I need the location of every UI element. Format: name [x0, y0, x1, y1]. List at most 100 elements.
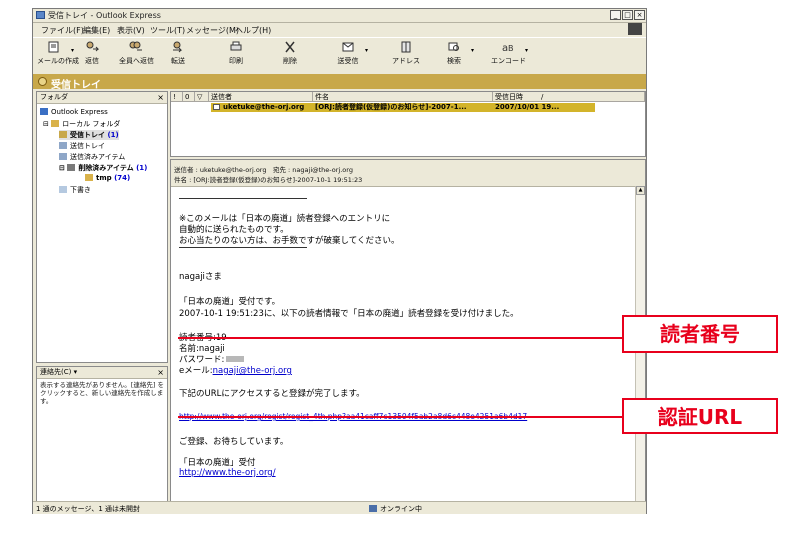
encode-icon: aB: [502, 43, 514, 53]
menu-message[interactable]: メッセージ(M): [186, 25, 239, 36]
preview-header: 送信者 : uketuke@the-orj.org 宛先 : nagaji@th…: [171, 160, 645, 187]
tree-item-sent-items[interactable]: 送信済みアイテム: [59, 152, 125, 162]
chevron-down-icon[interactable]: ▾: [365, 47, 368, 54]
outbox-icon: [59, 142, 67, 149]
reply-all-button[interactable]: 全員へ返信: [119, 41, 154, 71]
col-subject[interactable]: 件名: [313, 92, 493, 102]
col-from[interactable]: 送信者: [209, 92, 313, 102]
send-receive-icon: [342, 42, 354, 52]
tree-item-outbox[interactable]: 送信トレイ: [59, 141, 105, 151]
tree-item-label: Outlook Express: [51, 108, 108, 116]
email-label: eメール:: [179, 366, 213, 376]
minimize-button[interactable]: _: [610, 10, 621, 20]
forward-button[interactable]: 転送: [161, 41, 195, 71]
collapse-icon: ⊟: [43, 120, 52, 128]
preview-from: 送信者 : uketuke@the-orj.org 宛先 : nagaji@th…: [174, 166, 353, 174]
scroll-up-icon[interactable]: ▲: [636, 186, 645, 195]
body-waiting: ご登録、お待ちしています。: [179, 437, 289, 447]
contacts-title[interactable]: 連絡先(C) ▾: [40, 368, 77, 376]
email-link[interactable]: nagaji@the-orj.org: [213, 366, 292, 376]
menu-bar: ファイル(F) 編集(E) 表示(V) ツール(T) メッセージ(M) ヘルプ(…: [33, 23, 646, 36]
tree-item-tmp[interactable]: tmp (74): [85, 174, 130, 182]
tree-item-deleted-items[interactable]: ⊟ 削除済みアイテム (1): [59, 163, 147, 173]
col-flag[interactable]: ▽: [195, 92, 209, 102]
delete-button[interactable]: 削除: [273, 41, 307, 71]
menu-help[interactable]: ヘルプ(H): [235, 25, 271, 36]
status-message-count: 1 通のメッセージ、1 通は未開封: [36, 505, 141, 513]
unread-mail-icon: [213, 104, 220, 110]
encode-label: エンコード: [491, 57, 526, 65]
send-receive-button[interactable]: 送受信 ▾: [331, 41, 368, 71]
reply-icon: [86, 41, 99, 52]
encode-button[interactable]: aB エンコード ▾: [491, 41, 528, 71]
folders-close-button[interactable]: ×: [157, 92, 164, 103]
divider: [179, 198, 307, 199]
row-subject: [ORJ:読者登録(仮登録)のお知らせ]-2007-1...: [315, 103, 467, 111]
menu-tools[interactable]: ツール(T): [150, 25, 185, 36]
status-bar: 1 通のメッセージ、1 通は未開封 オンライン中: [33, 501, 646, 514]
folder-icon: [51, 120, 60, 127]
print-label: 印刷: [229, 57, 243, 65]
row-date: 2007/10/01 19...: [495, 103, 560, 111]
compose-button[interactable]: メールの作成 ▾: [37, 41, 79, 71]
col-attachment[interactable]: 0: [183, 92, 195, 102]
body-received-text: 2007-10-1 19:51:23に、以下の読者情報で「日本の廃道」読者登録を…: [179, 309, 519, 319]
password-redacted: [226, 356, 245, 362]
auth-url-underline: [178, 416, 624, 418]
delete-icon: [285, 41, 295, 53]
tree-item-drafts[interactable]: 下書き: [59, 185, 91, 195]
close-button[interactable]: ×: [634, 10, 645, 20]
reply-label: 返信: [85, 57, 99, 65]
preview-subject: 件名 : [ORJ:読者登録(仮登録)のお知らせ]-2007-10-1 19:5…: [174, 176, 363, 184]
body-instruction: 下記のURLにアクセスすると登録が完了します。: [179, 389, 365, 399]
body-email: eメール:nagaji@the-orj.org: [179, 364, 292, 376]
tree-item-label: tmp: [96, 174, 112, 182]
col-received[interactable]: 受信日時 /: [493, 92, 645, 102]
print-icon: [230, 41, 242, 51]
forward-label: 転送: [171, 57, 185, 65]
reply-all-icon: [129, 41, 142, 51]
contacts-pane-title: 連絡先(C) ▾ ×: [37, 367, 167, 379]
address-book-button[interactable]: アドレス: [389, 41, 423, 71]
footer-url-link[interactable]: http://www.the-orj.org/: [179, 468, 276, 478]
chevron-down-icon[interactable]: ▾: [525, 47, 528, 54]
maximize-button[interactable]: □: [622, 10, 633, 20]
toolbar: メールの作成 ▾ 返信 全員へ返信 転送 印刷 削除 送受信 ▾ アドレス 検索…: [33, 37, 646, 75]
forward-icon: [173, 41, 183, 53]
windows-flag-icon: [628, 23, 642, 35]
menu-view[interactable]: 表示(V): [117, 25, 145, 36]
inbox-icon: [38, 77, 47, 86]
col-priority[interactable]: !: [171, 92, 183, 102]
unread-count: (1): [136, 164, 148, 172]
tree-item-label: 送信済みアイテム: [70, 153, 126, 161]
address-book-icon: [401, 41, 411, 53]
outlook-window: 受信トレイ - Outlook Express _ □ × ファイル(F) 編集…: [32, 8, 647, 514]
menu-edit[interactable]: 編集(E): [83, 25, 110, 36]
folders-title: フォルダ: [40, 93, 68, 101]
tree-item-label: 削除済みアイテム: [78, 164, 134, 172]
compose-label: メールの作成: [37, 57, 79, 65]
send-receive-label: 送受信: [337, 57, 359, 65]
reader-number-underline: [178, 337, 624, 339]
row-from: uketuke@the-orj.org: [223, 103, 305, 111]
body-notice-3: お心当たりのない方は、お手数ですが破棄してください。: [179, 236, 400, 246]
find-button[interactable]: 検索 ▾: [437, 41, 474, 71]
address-book-label: アドレス: [392, 57, 420, 65]
tree-item-inbox[interactable]: 受信トレイ (1): [59, 130, 119, 140]
tree-item-local-folders[interactable]: ⊟ ローカル フォルダ: [43, 119, 120, 129]
table-row[interactable]: uketuke@the-orj.org [ORJ:読者登録(仮登録)のお知らせ]…: [211, 103, 595, 112]
chevron-down-icon[interactable]: ▾: [471, 47, 474, 54]
contacts-close-button[interactable]: ×: [157, 367, 164, 378]
menu-file[interactable]: ファイル(F): [41, 25, 84, 36]
svg-text:B: B: [508, 44, 514, 53]
print-button[interactable]: 印刷: [219, 41, 253, 71]
tree-item-label: 下書き: [70, 186, 91, 194]
chevron-down-icon[interactable]: ▾: [71, 47, 74, 54]
unread-count: (74): [114, 174, 131, 182]
reply-button[interactable]: 返信: [75, 41, 109, 71]
delete-label: 削除: [283, 57, 297, 65]
tree-item-outlook-express[interactable]: Outlook Express: [40, 108, 108, 116]
title-bar: 受信トレイ - Outlook Express _ □ ×: [33, 9, 646, 23]
folders-pane-title: フォルダ ×: [37, 92, 167, 104]
trash-icon: [67, 164, 76, 171]
